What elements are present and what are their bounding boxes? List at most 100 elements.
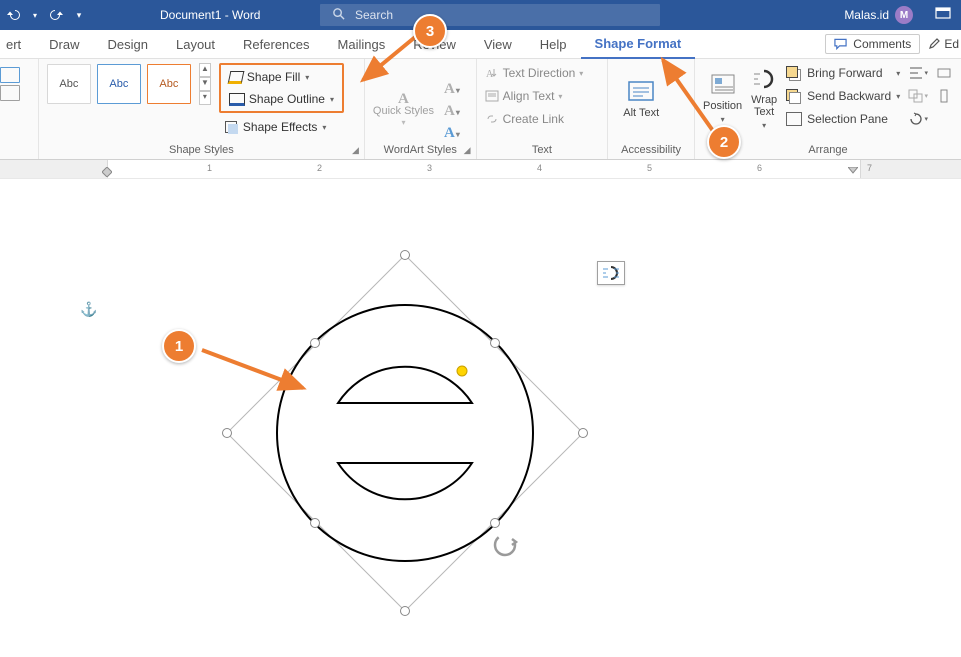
tab-design[interactable]: Design xyxy=(94,30,162,58)
style-preset-3[interactable]: Abc xyxy=(147,64,191,104)
qat-more-icon[interactable]: ▾ xyxy=(72,8,86,22)
document-canvas[interactable]: ⚓ 1 xyxy=(0,179,961,657)
style-preset-1[interactable]: Abc xyxy=(47,64,91,104)
chevron-down-icon: ▾ xyxy=(322,123,326,132)
group-shape-styles: Abc Abc Abc ▲ ▼ ▾ Shape Fill ▾ xyxy=(39,59,365,159)
redo-button[interactable] xyxy=(50,8,64,22)
size-width-icon[interactable] xyxy=(934,63,954,83)
undo-button[interactable] xyxy=(6,8,20,22)
tab-draw[interactable]: Draw xyxy=(35,30,93,58)
text-outline-icon[interactable]: A▾ xyxy=(444,103,460,120)
bring-forward-icon xyxy=(786,66,802,80)
shape-fill-button[interactable]: Shape Fill ▾ xyxy=(223,66,340,88)
resize-handle[interactable] xyxy=(400,250,410,260)
user-avatar: M xyxy=(895,6,913,24)
fill-bucket-icon xyxy=(228,71,245,84)
horizontal-ruler[interactable]: 1 2 3 4 5 6 7 xyxy=(0,160,961,179)
send-backward-icon xyxy=(786,89,802,103)
layout-options-button[interactable] xyxy=(597,261,625,285)
create-link-button: Create Link xyxy=(485,109,564,129)
link-icon xyxy=(485,113,499,125)
style-gallery: Abc Abc Abc ▲ ▼ ▾ xyxy=(47,63,211,105)
resize-handle[interactable] xyxy=(578,428,588,438)
wrap-text-button[interactable]: Wrap Text ▾ xyxy=(750,63,778,135)
align-text-button: Align Text▾ xyxy=(485,86,563,106)
right-indent-marker[interactable] xyxy=(848,167,858,177)
text-direction-icon: A xyxy=(485,67,499,79)
gallery-down-icon[interactable]: ▼ xyxy=(199,77,211,91)
group-label: Shape Styles xyxy=(39,144,364,156)
quick-styles-button[interactable]: A Quick Styles ▾ xyxy=(373,93,434,129)
size-height-icon[interactable] xyxy=(934,86,954,106)
gallery-up-icon[interactable]: ▲ xyxy=(199,63,211,77)
search-box[interactable]: Search xyxy=(320,4,660,26)
chevron-down-icon: ▾ xyxy=(330,95,334,104)
annotation-1: 1 xyxy=(162,329,196,363)
comments-button[interactable]: Comments xyxy=(825,34,920,54)
tab-shape-format[interactable]: Shape Format xyxy=(581,29,696,59)
tab-references[interactable]: References xyxy=(229,30,323,58)
draw-textbox-icon[interactable] xyxy=(0,85,20,101)
position-icon xyxy=(709,72,737,98)
adjust-handle[interactable] xyxy=(457,366,467,376)
resize-handle[interactable] xyxy=(400,606,410,616)
wordart-a-icon: A xyxy=(373,93,434,105)
ribbon-display-icon[interactable] xyxy=(935,7,951,24)
rotate-objects-button[interactable]: ▾ xyxy=(908,109,928,129)
pencil-icon xyxy=(928,38,940,50)
group-label: Text xyxy=(477,144,608,156)
group-objects-button[interactable]: ▾ xyxy=(908,86,928,106)
search-icon xyxy=(332,7,345,23)
dialog-launcher-icon[interactable]: ◢ xyxy=(464,145,471,156)
gallery-more-icon[interactable]: ▾ xyxy=(199,91,211,105)
object-anchor-icon: ⚓ xyxy=(80,301,97,318)
text-fill-icon[interactable]: A▾ xyxy=(444,81,460,98)
alt-text-icon xyxy=(627,79,655,105)
tab-insert-truncated[interactable]: ert xyxy=(4,30,35,58)
title-bar: ▾ ▾ Document1 - Word Search Malas.id M xyxy=(0,0,961,30)
resize-handle[interactable] xyxy=(490,518,500,528)
tab-mailings[interactable]: Mailings xyxy=(324,30,400,58)
tab-layout[interactable]: Layout xyxy=(162,30,229,58)
selected-shape[interactable] xyxy=(225,253,585,613)
annotation-2: 2 xyxy=(707,125,741,159)
outline-pen-icon xyxy=(229,93,245,106)
search-placeholder: Search xyxy=(355,8,393,22)
no-symbol-shape[interactable] xyxy=(225,253,585,613)
group-text: A Text Direction▾ Align Text▾ Create Lin… xyxy=(477,59,609,159)
comment-icon xyxy=(834,38,847,50)
send-backward-button[interactable]: Send Backward▾ xyxy=(786,86,900,106)
left-indent-marker[interactable] xyxy=(102,167,112,177)
group-label: Accessibility xyxy=(608,144,694,156)
bring-forward-button[interactable]: Bring Forward▾ xyxy=(786,63,900,83)
ribbon-tabs: ert Draw Design Layout References Mailin… xyxy=(0,30,961,59)
shape-outline-button[interactable]: Shape Outline ▾ xyxy=(223,88,340,110)
editing-mode-button[interactable]: Ed xyxy=(928,37,959,51)
resize-handle[interactable] xyxy=(310,518,320,528)
selection-pane-icon xyxy=(786,112,802,126)
resize-handle[interactable] xyxy=(222,428,232,438)
rotate-handle[interactable] xyxy=(495,535,516,555)
tab-help[interactable]: Help xyxy=(526,30,581,58)
resize-handle[interactable] xyxy=(490,338,500,348)
alt-text-button[interactable]: Alt Text xyxy=(616,63,666,135)
rotate-icon xyxy=(908,112,924,126)
undo-chevron-icon[interactable]: ▾ xyxy=(28,8,42,22)
tab-view[interactable]: View xyxy=(470,30,526,58)
dialog-launcher-icon[interactable]: ◢ xyxy=(352,145,359,156)
style-preset-2[interactable]: Abc xyxy=(97,64,141,104)
group-accessibility: Alt Text Accessibility xyxy=(608,59,695,159)
user-name: Malas.id xyxy=(844,8,889,22)
svg-text:A: A xyxy=(486,69,494,79)
text-effects-icon[interactable]: A▾ xyxy=(444,125,460,142)
selection-pane-button[interactable]: Selection Pane xyxy=(786,109,900,129)
resize-handle[interactable] xyxy=(310,338,320,348)
ribbon: Abc Abc Abc ▲ ▼ ▾ Shape Fill ▾ xyxy=(0,59,961,160)
chevron-down-icon: ▾ xyxy=(305,73,309,82)
align-text-icon xyxy=(485,90,499,102)
shape-effects-button[interactable]: Shape Effects ▾ xyxy=(219,116,344,138)
wrap-text-icon xyxy=(750,66,778,92)
user-account[interactable]: Malas.id M xyxy=(844,6,913,24)
align-objects-button[interactable]: ▾ xyxy=(908,63,928,83)
shape-gallery-icon[interactable] xyxy=(0,67,20,83)
